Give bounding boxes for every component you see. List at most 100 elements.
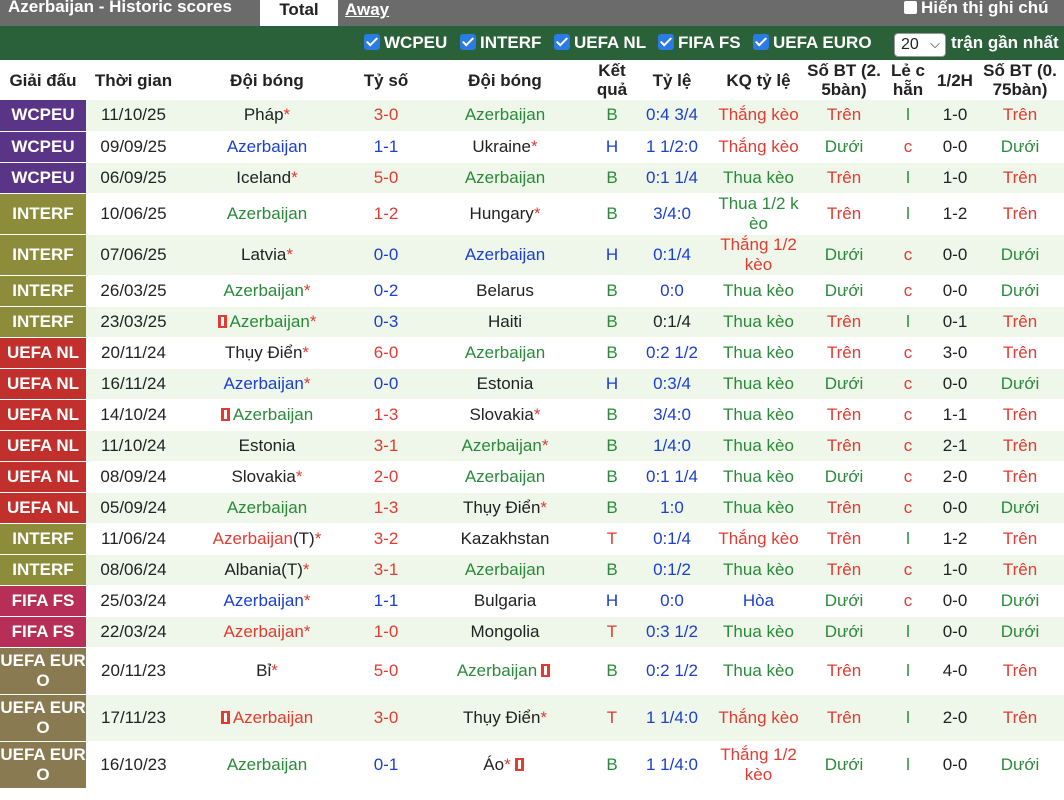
away-team[interactable]: Azerbaijan bbox=[419, 647, 591, 695]
tab-total[interactable]: Total bbox=[260, 0, 338, 26]
filter-uefa-nl[interactable]: UEFA NL bbox=[554, 33, 646, 53]
away-team[interactable]: Áo* bbox=[419, 741, 591, 789]
score[interactable]: 3-0 bbox=[353, 694, 419, 742]
league-badge[interactable]: INTERF bbox=[0, 523, 86, 555]
league-badge[interactable]: INTERF bbox=[0, 275, 86, 307]
match-count-select[interactable]: 20 ⌵ bbox=[894, 33, 946, 57]
home-team[interactable]: Slovakia* bbox=[181, 461, 353, 493]
home-team[interactable]: Azerbaijan* bbox=[181, 616, 353, 648]
check-icon[interactable] bbox=[658, 34, 674, 50]
home-team[interactable]: Latvia* bbox=[181, 234, 353, 276]
home-team[interactable]: Bỉ* bbox=[181, 647, 353, 695]
league-badge[interactable]: UEFA EUR O bbox=[0, 741, 86, 789]
league-badge[interactable]: INTERF bbox=[0, 306, 86, 338]
away-team[interactable]: Azerbaijan bbox=[419, 100, 591, 132]
home-team[interactable]: Iceland* bbox=[181, 162, 353, 194]
away-team[interactable]: Bulgaria bbox=[419, 585, 591, 617]
score[interactable]: 3-1 bbox=[353, 554, 419, 586]
away-team[interactable]: Mongolia bbox=[419, 616, 591, 648]
score[interactable]: 5-0 bbox=[353, 647, 419, 695]
home-team[interactable]: Thụy Điển* bbox=[181, 337, 353, 369]
away-team[interactable]: Slovakia* bbox=[419, 399, 591, 431]
away-team[interactable]: Thụy Điển* bbox=[419, 694, 591, 742]
check-icon[interactable] bbox=[554, 34, 570, 50]
away-team[interactable]: Haiti bbox=[419, 306, 591, 338]
score[interactable]: 6-0 bbox=[353, 337, 419, 369]
over-under-075: Trên bbox=[976, 193, 1064, 235]
league-badge[interactable]: INTERF bbox=[0, 193, 86, 235]
away-team[interactable]: Azerbaijan bbox=[419, 162, 591, 194]
score[interactable]: 1-3 bbox=[353, 399, 419, 431]
league-badge[interactable]: INTERF bbox=[0, 554, 86, 586]
top-bar: Azerbaijan - Historic scores Total Away … bbox=[0, 0, 1064, 26]
odd-even: l bbox=[882, 647, 934, 695]
score[interactable]: 3-2 bbox=[353, 523, 419, 555]
away-team[interactable]: Azerbaijan bbox=[419, 554, 591, 586]
league-badge[interactable]: UEFA NL bbox=[0, 430, 86, 462]
home-team[interactable]: Azerbaijan* bbox=[181, 275, 353, 307]
away-team[interactable]: Azerbaijan bbox=[419, 461, 591, 493]
away-team[interactable]: Azerbaijan* bbox=[419, 430, 591, 462]
filter-wcpeu[interactable]: WCPEU bbox=[364, 33, 447, 53]
score[interactable]: 1-0 bbox=[353, 616, 419, 648]
filter-interf[interactable]: INTERF bbox=[460, 33, 541, 53]
check-icon[interactable] bbox=[460, 34, 476, 50]
away-team[interactable]: Azerbaijan bbox=[419, 337, 591, 369]
away-team[interactable]: Belarus bbox=[419, 275, 591, 307]
league-badge[interactable]: UEFA NL bbox=[0, 399, 86, 431]
home-team[interactable]: Azerbaijan bbox=[181, 399, 353, 431]
home-team[interactable]: Azerbaijan* bbox=[181, 368, 353, 400]
away-team[interactable]: Thụy Điển* bbox=[419, 492, 591, 524]
home-team[interactable]: Azerbaijan* bbox=[181, 585, 353, 617]
league-badge[interactable]: FIFA FS bbox=[0, 616, 86, 648]
home-team[interactable]: Azerbaijan bbox=[181, 492, 353, 524]
league-badge[interactable]: UEFA NL bbox=[0, 461, 86, 493]
check-icon[interactable] bbox=[364, 34, 380, 50]
score[interactable]: 1-3 bbox=[353, 492, 419, 524]
score[interactable]: 0-3 bbox=[353, 306, 419, 338]
away-team[interactable]: Azerbaijan bbox=[419, 234, 591, 276]
score[interactable]: 0-1 bbox=[353, 741, 419, 789]
away-team[interactable]: Hungary* bbox=[419, 193, 591, 235]
score[interactable]: 2-0 bbox=[353, 461, 419, 493]
league-badge[interactable]: WCPEU bbox=[0, 131, 86, 163]
score[interactable]: 3-0 bbox=[353, 100, 419, 132]
filter-uefa-euro[interactable]: UEFA EURO bbox=[753, 33, 872, 53]
league-badge[interactable]: UEFA NL bbox=[0, 492, 86, 524]
league-badge[interactable]: WCPEU bbox=[0, 100, 86, 132]
league-badge[interactable]: UEFA NL bbox=[0, 368, 86, 400]
league-badge[interactable]: WCPEU bbox=[0, 162, 86, 194]
score[interactable]: 1-2 bbox=[353, 193, 419, 235]
league-badge[interactable]: UEFA EUR O bbox=[0, 647, 86, 695]
home-team[interactable]: Azerbaijan bbox=[181, 694, 353, 742]
team-name: Kazakhstan bbox=[460, 528, 550, 548]
score[interactable]: 1-1 bbox=[353, 131, 419, 163]
home-team[interactable]: Albania(T)* bbox=[181, 554, 353, 586]
show-notes-checkbox[interactable] bbox=[904, 1, 917, 14]
home-team[interactable]: Pháp* bbox=[181, 100, 353, 132]
away-team[interactable]: Kazakhstan bbox=[419, 523, 591, 555]
league-badge[interactable]: FIFA FS bbox=[0, 585, 86, 617]
home-team[interactable]: Azerbaijan(T)* bbox=[181, 523, 353, 555]
score[interactable]: 5-0 bbox=[353, 162, 419, 194]
home-team[interactable]: Estonia bbox=[181, 430, 353, 462]
team-name: Azerbaijan bbox=[223, 590, 304, 610]
score[interactable]: 0-0 bbox=[353, 234, 419, 276]
league-badge[interactable]: UEFA NL bbox=[0, 337, 86, 369]
tab-away[interactable]: Away bbox=[345, 0, 389, 26]
filter-fifa-fs[interactable]: FIFA FS bbox=[658, 33, 741, 53]
league-badge[interactable]: UEFA EUR O bbox=[0, 694, 86, 742]
home-team[interactable]: Azerbaijan bbox=[181, 131, 353, 163]
score[interactable]: 3-1 bbox=[353, 430, 419, 462]
check-icon[interactable] bbox=[753, 34, 769, 50]
away-team[interactable]: Estonia bbox=[419, 368, 591, 400]
league-badge[interactable]: INTERF bbox=[0, 234, 86, 276]
show-notes-toggle[interactable]: Hiển thị ghi chú bbox=[904, 0, 1049, 18]
home-team[interactable]: Azerbaijan* bbox=[181, 306, 353, 338]
home-team[interactable]: Azerbaijan bbox=[181, 741, 353, 789]
away-team[interactable]: Ukraine* bbox=[419, 131, 591, 163]
home-team[interactable]: Azerbaijan bbox=[181, 193, 353, 235]
score[interactable]: 0-0 bbox=[353, 368, 419, 400]
score[interactable]: 1-1 bbox=[353, 585, 419, 617]
score[interactable]: 0-2 bbox=[353, 275, 419, 307]
